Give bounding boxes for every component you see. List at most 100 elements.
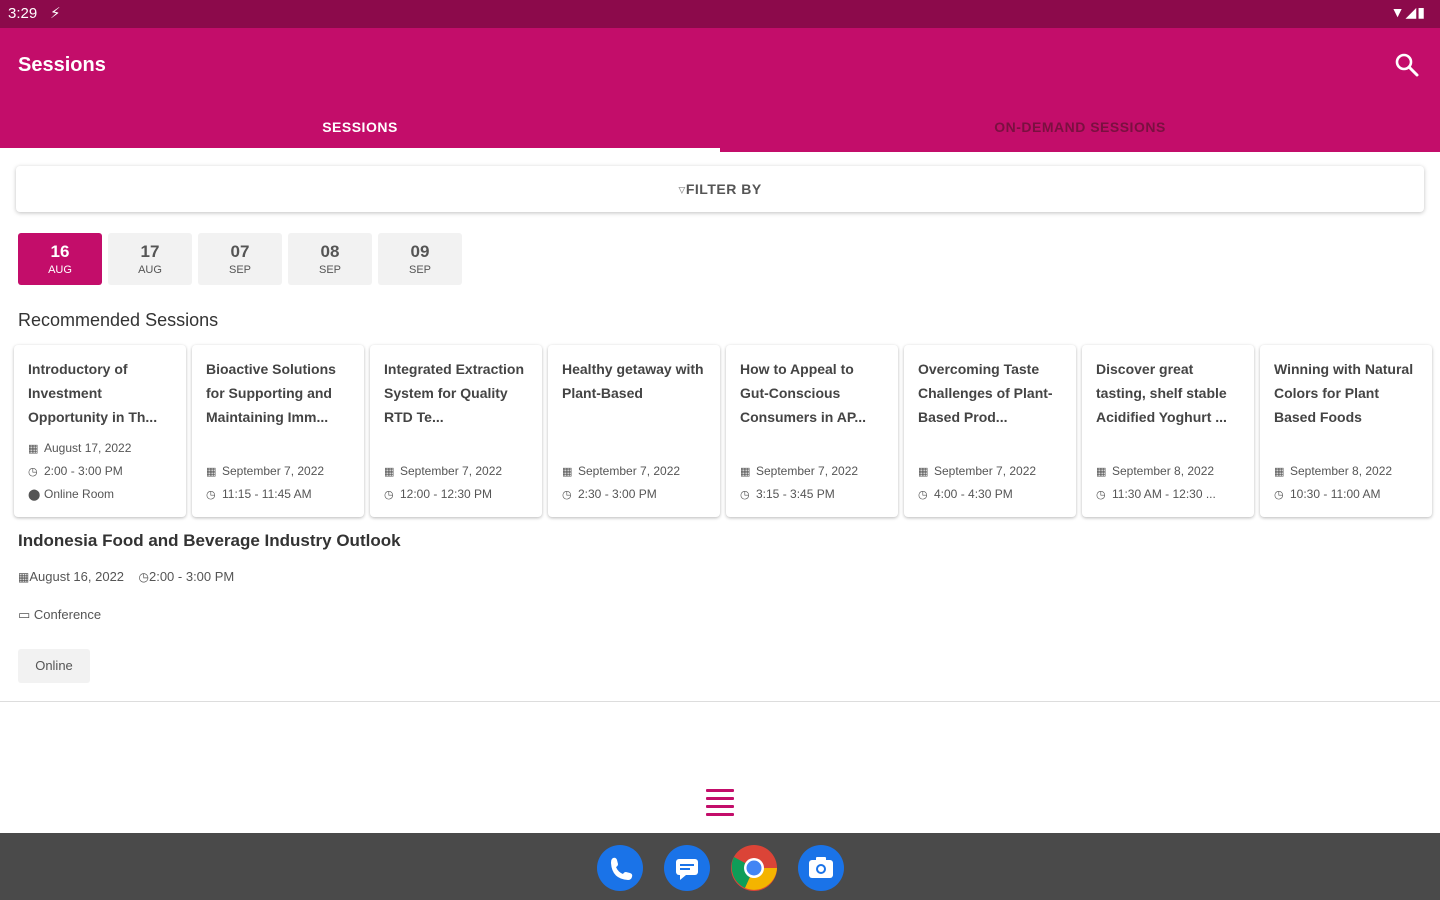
session-time-row: ◷ 11:30 AM - 12:30 ... [1096, 487, 1216, 501]
session-time-row: ◷ 3:15 - 3:45 PM [740, 487, 835, 501]
briefcase-icon: ▭ [18, 607, 31, 622]
chrome-icon[interactable] [731, 845, 777, 891]
date-chip-16-aug[interactable]: 16 AUG [18, 233, 102, 285]
date-day: 09 [410, 242, 430, 261]
session-date: September 7, 2022 [578, 464, 681, 478]
session-date-row: ▦ September 8, 2022 [1274, 464, 1392, 478]
date-month: SEP [318, 264, 341, 276]
session-location-row: ⬤ Online Room [28, 487, 114, 501]
session-date: September 8, 2022 [1290, 464, 1393, 478]
session-date: September 7, 2022 [400, 464, 503, 478]
session-time-row: ◷ 2:30 - 3:00 PM [562, 487, 657, 501]
session-time-row: ◷ 10:30 - 11:00 AM [1274, 487, 1381, 501]
date-month: AUG [48, 264, 72, 276]
session-time-row: ◷ 2:00 - 3:00 PM [28, 464, 123, 478]
date-day: 16 [50, 242, 70, 261]
session-card[interactable]: Integrated Extraction System for Quality… [370, 345, 542, 517]
session-time: 12:00 - 12:30 PM [400, 487, 493, 501]
filter-label: FILTER BY [685, 181, 762, 197]
date-chip-08-sep[interactable]: 08 SEP [288, 233, 372, 285]
clock-icon: ◷ [740, 489, 750, 501]
session-card[interactable]: Overcoming Taste Challenges of Plant-Bas… [904, 345, 1076, 517]
status-bar: 3:29 ⚡ ▼◢▮ [0, 0, 1440, 28]
messages-icon[interactable] [664, 845, 710, 891]
tab-on-demand-sessions[interactable]: ON-DEMAND SESSIONS [720, 108, 1440, 152]
date-day: 17 [140, 242, 160, 261]
calendar-icon: ▦ [1096, 466, 1107, 478]
date-day: 08 [320, 242, 340, 261]
session-date-row: ▦ September 8, 2022 [1096, 464, 1214, 478]
session-card[interactable]: Introductory of Investment Opportunity i… [14, 345, 186, 517]
clock-icon: ◷ [562, 489, 572, 501]
clock-icon: ◷ [1274, 489, 1284, 501]
app-bar: Sessions SESSIONS ON-DEMAND SESSIONS [0, 28, 1440, 152]
session-card[interactable]: Discover great tasting, shelf stable Aci… [1082, 345, 1254, 517]
session-title: Discover great tasting, shelf stable Aci… [1096, 361, 1227, 425]
date-month: SEP [408, 264, 431, 276]
session-tabs: SESSIONS ON-DEMAND SESSIONS [0, 108, 1440, 152]
date-chip-17-aug[interactable]: 17 AUG [108, 233, 192, 285]
session-date-row: ▦ September 7, 2022 [384, 464, 502, 478]
calendar-icon: ▦ [18, 570, 30, 584]
system-status-icons: ▼◢▮ [1391, 4, 1426, 21]
session-title: Healthy getaway with Plant-Based [562, 361, 704, 401]
session-card[interactable]: Healthy getaway with Plant-Based ▦ Septem… [548, 345, 720, 517]
hamburger-menu-icon[interactable] [702, 784, 738, 818]
session-title: Overcoming Taste Challenges of Plant-Bas… [918, 361, 1053, 425]
date-month: AUG [138, 264, 162, 276]
session-type: ▭ Conference [18, 607, 101, 623]
session-date: September 8, 2022 [1112, 464, 1215, 478]
session-time-row: ◷ 11:15 - 11:45 AM [206, 487, 312, 501]
signal-icon: ◢ [1405, 4, 1418, 20]
clock-icon: ◷ [1096, 489, 1106, 501]
date-chip-09-sep[interactable]: 09 SEP [378, 233, 462, 285]
session-card[interactable]: Bioactive Solutions for Supporting and M… [192, 345, 364, 517]
session-time: 11:30 AM - 12:30 ... [1112, 487, 1216, 501]
calendar-icon: ▦ [740, 466, 751, 478]
page-title: Sessions [18, 54, 106, 76]
session-title: How to Appeal to Gut-Conscious Consumers… [740, 361, 867, 425]
clock-icon: ◷ [384, 489, 394, 501]
session-title: Introductory of Investment Opportunity i… [28, 361, 158, 425]
calendar-icon: ▦ [1274, 466, 1285, 478]
session-date-row: ▦ September 7, 2022 [562, 464, 680, 478]
filter-by-button[interactable]: ▿FILTER BY [16, 166, 1424, 212]
session-time-row: ◷ 12:00 - 12:30 PM [384, 487, 492, 501]
calendar-icon: ▦ [384, 466, 395, 478]
date-month: SEP [228, 264, 251, 276]
session-card[interactable]: How to Appeal to Gut-Conscious Consumers… [726, 345, 898, 517]
location-pin-icon: ⬤ [28, 489, 41, 501]
session-time: 2:30 - 3:00 PM [578, 487, 657, 501]
session-time: 2:00 - 3:00 PM [44, 464, 123, 478]
session-date-row: ▦ September 7, 2022 [206, 464, 324, 478]
date-chip-07-sep[interactable]: 07 SEP [198, 233, 282, 285]
system-dock [0, 833, 1440, 900]
date-day: 07 [230, 242, 250, 261]
session-location: Online Room [44, 487, 115, 501]
search-icon[interactable] [1392, 50, 1422, 80]
camera-icon[interactable] [798, 845, 844, 891]
wifi-icon: ▼ [1390, 4, 1406, 20]
session-date: August 17, 2022 [44, 441, 132, 455]
session-time: 2:00 - 3:00 PM [148, 569, 235, 584]
session-time: 4:00 - 4:30 PM [934, 487, 1013, 501]
session-list-item-meta: ▦August 16, 2022 ◷2:00 - 3:00 PM [18, 569, 234, 584]
session-title: Bioactive Solutions for Supporting and M… [206, 361, 336, 425]
session-date: September 7, 2022 [222, 464, 325, 478]
tab-sessions[interactable]: SESSIONS [0, 108, 720, 152]
phone-icon[interactable] [597, 845, 643, 891]
calendar-icon: ▦ [28, 443, 39, 455]
recommended-heading: Recommended Sessions [18, 310, 219, 330]
session-list-item-title[interactable]: Indonesia Food and Beverage Industry Out… [18, 531, 401, 551]
session-title: Winning with Natural Colors for Plant Ba… [1274, 361, 1414, 425]
session-date-row: ▦ September 7, 2022 [918, 464, 1036, 478]
divider [0, 701, 1440, 702]
session-card[interactable]: Winning with Natural Colors for Plant Ba… [1260, 345, 1432, 517]
session-date: September 7, 2022 [934, 464, 1037, 478]
clock-icon: ◷ [28, 466, 38, 478]
session-tag: Online [18, 649, 90, 683]
session-title: Integrated Extraction System for Quality… [384, 361, 525, 425]
battery-icon: ▮ [1417, 4, 1426, 20]
calendar-icon: ▦ [562, 466, 573, 478]
session-time: 11:15 - 11:45 AM [222, 487, 312, 501]
